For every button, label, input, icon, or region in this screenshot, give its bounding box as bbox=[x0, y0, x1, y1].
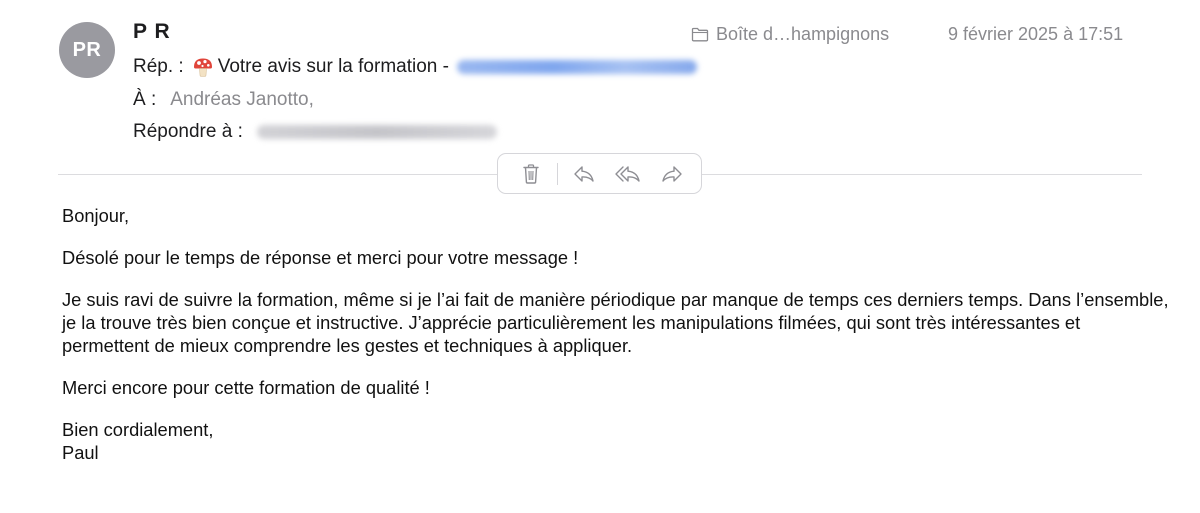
signature-name: Paul bbox=[62, 442, 99, 463]
message-header: PR P R Boîte d…hampignons 9 février 2025… bbox=[0, 0, 1200, 175]
message-toolbar bbox=[497, 153, 702, 194]
sender-name[interactable]: P R bbox=[133, 20, 171, 44]
folder-icon bbox=[691, 27, 709, 42]
trash-icon bbox=[521, 163, 541, 185]
toolbar-divider bbox=[557, 162, 558, 185]
redacted-reply-to-address[interactable] bbox=[256, 125, 497, 139]
forward-button[interactable] bbox=[650, 154, 694, 193]
reply-all-button[interactable] bbox=[606, 154, 650, 193]
mailbox-label: Boîte d…hampignons bbox=[716, 24, 890, 44]
reply-all-icon bbox=[614, 164, 642, 184]
reply-icon bbox=[572, 164, 596, 184]
message-body: Bonjour, Désolé pour le temps de réponse… bbox=[62, 204, 1172, 483]
body-paragraph-1: Désolé pour le temps de réponse et merci… bbox=[62, 247, 579, 268]
subject-line: Rép. : Votre avis sur la formation - bbox=[133, 56, 697, 78]
greeting: Bonjour, bbox=[62, 205, 130, 226]
forward-icon bbox=[660, 164, 684, 184]
reply-to-line: Répondre à : bbox=[133, 121, 497, 143]
message-date: 9 février 2025 à 17:51 bbox=[948, 24, 1124, 44]
redacted-email-link[interactable] bbox=[456, 60, 697, 74]
mailbox-location[interactable]: Boîte d…hampignons bbox=[691, 24, 889, 45]
body-paragraph-3: Merci encore pour cette formation de qua… bbox=[62, 377, 430, 398]
subject-text: Votre avis sur la formation - bbox=[217, 56, 449, 77]
avatar[interactable]: PR bbox=[59, 22, 115, 78]
subject-prefix: Rép. : bbox=[133, 56, 184, 77]
reply-to-label: Répondre à : bbox=[133, 121, 243, 142]
delete-button[interactable] bbox=[509, 154, 553, 193]
signature-block: Bien cordialement, Paul bbox=[62, 418, 1172, 464]
to-line: À : Andréas Janotto, bbox=[133, 89, 314, 111]
to-label: À : bbox=[133, 89, 157, 110]
mushroom-icon bbox=[192, 56, 214, 78]
reply-button[interactable] bbox=[562, 154, 606, 193]
closing: Bien cordialement, bbox=[62, 419, 214, 440]
to-recipient[interactable]: Andréas Janotto, bbox=[170, 89, 314, 111]
body-paragraph-2: Je suis ravi de suivre la formation, mêm… bbox=[62, 289, 1169, 356]
